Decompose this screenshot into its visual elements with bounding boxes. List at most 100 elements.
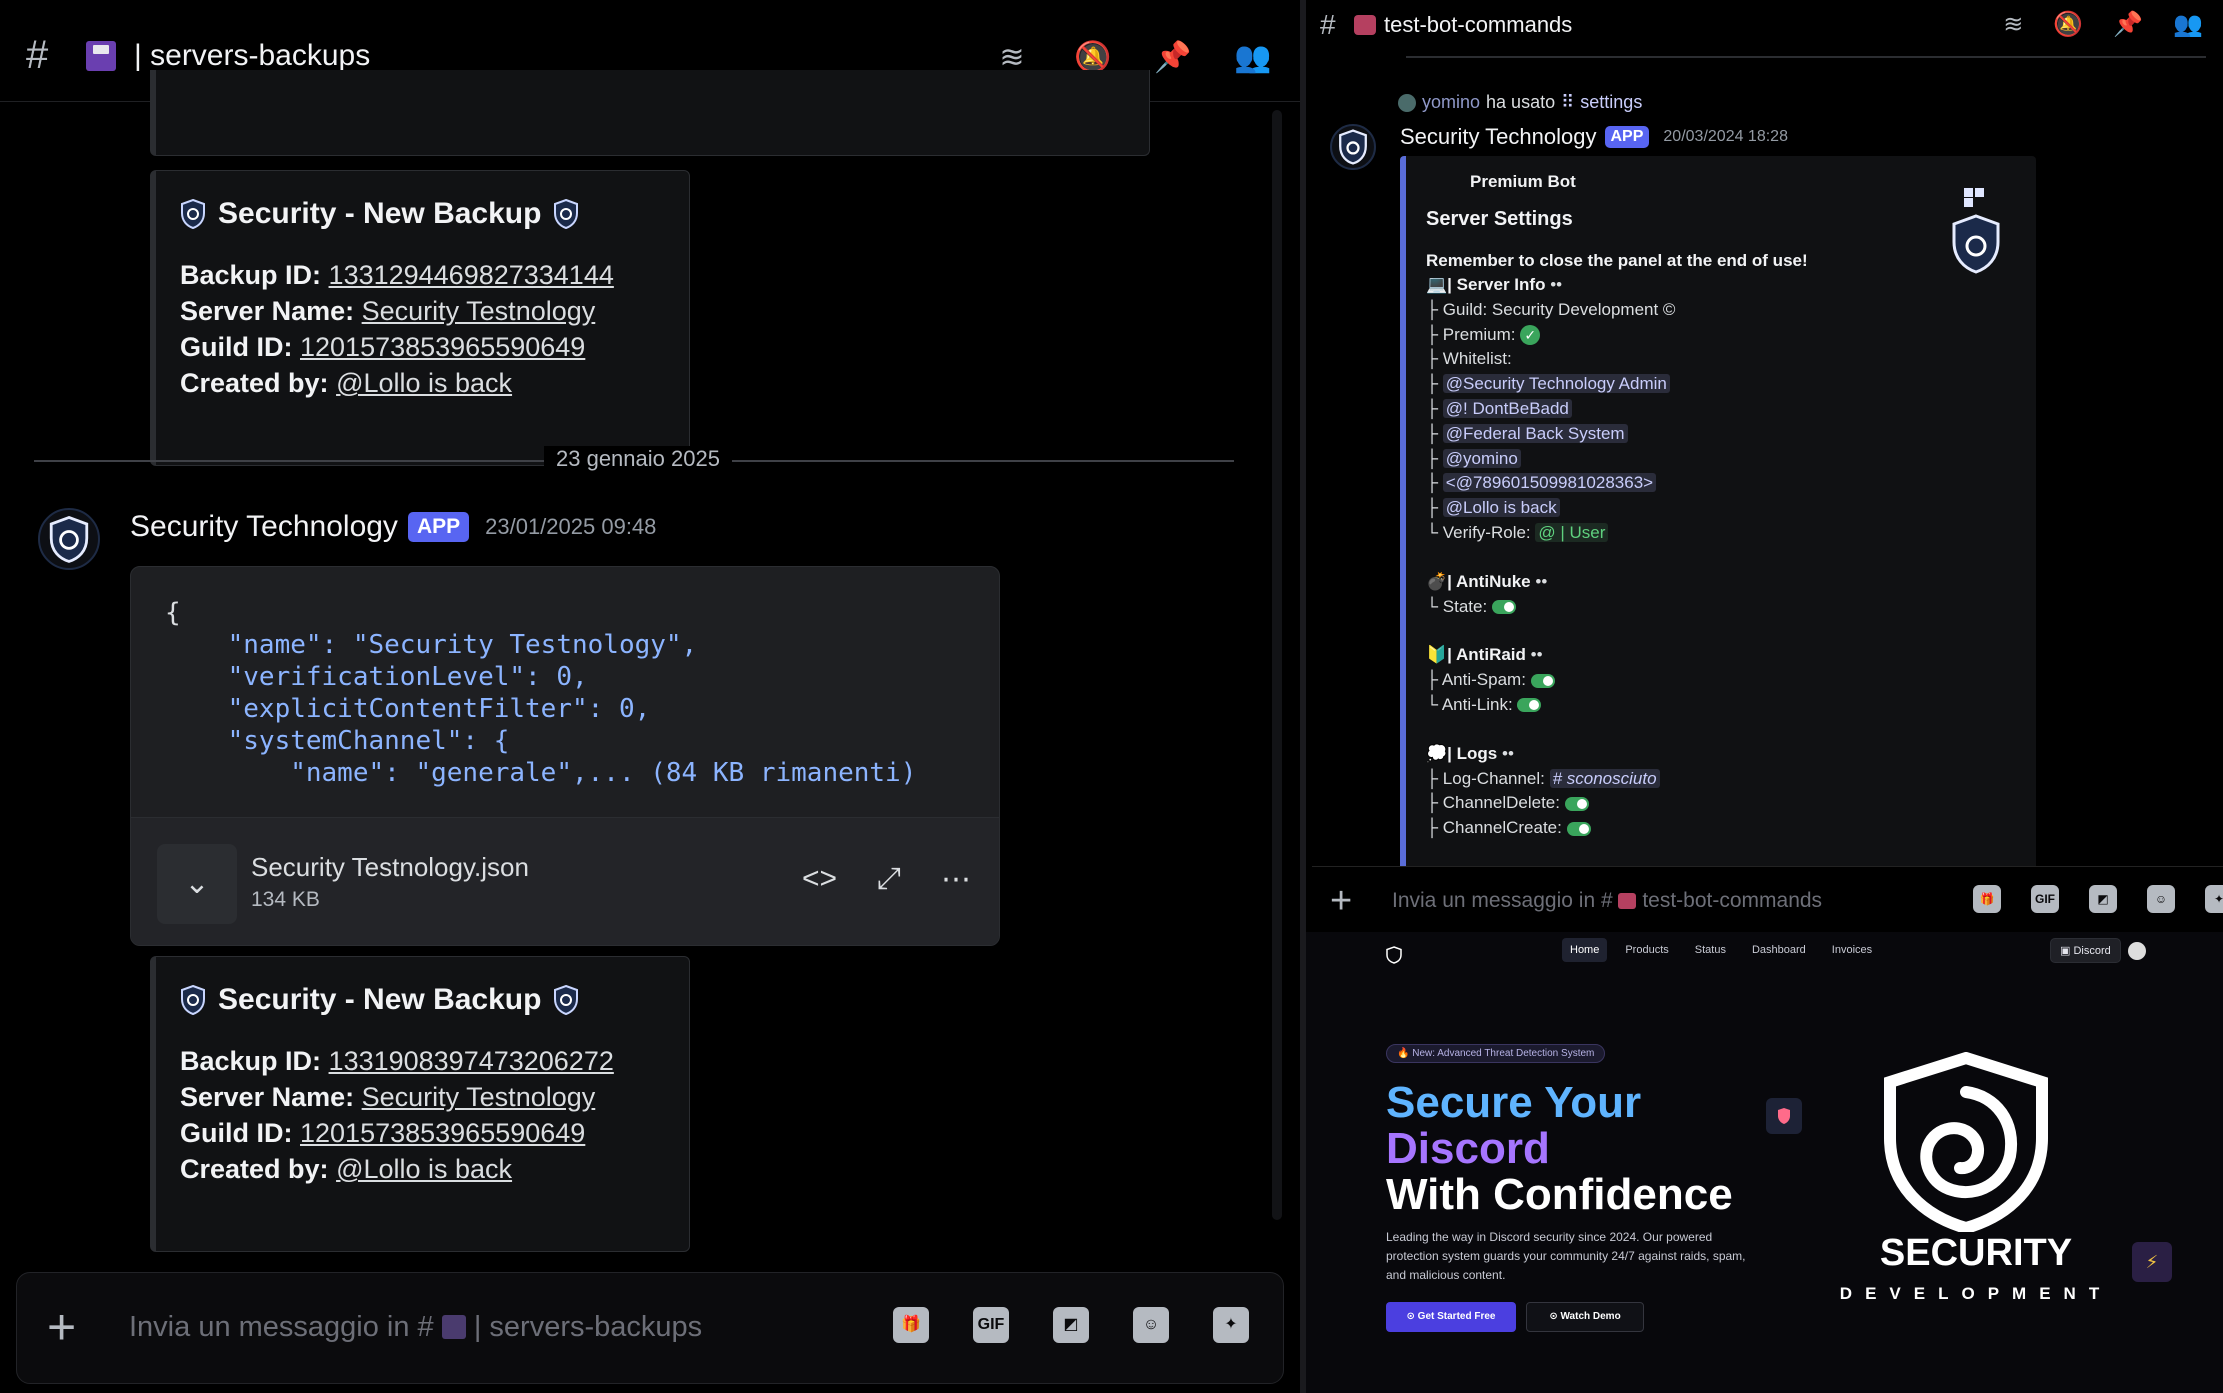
bot-avatar[interactable] — [38, 508, 100, 570]
security-development-logo — [1884, 1052, 2048, 1232]
code-line: "name": "Security Testnology", — [165, 630, 698, 660]
sticker-icon[interactable]: ◩ — [1053, 1307, 1089, 1343]
more-options-icon[interactable]: ⋯ — [941, 862, 971, 897]
whitelist-item: ├ <@789601509981028363> — [1426, 471, 2016, 496]
get-started-button[interactable]: ⊙ Get Started Free — [1386, 1302, 1516, 1332]
bot-avatar[interactable] — [1330, 124, 1376, 170]
author-name[interactable]: Security Technology — [130, 510, 398, 544]
command-reply-context[interactable]: yomino ha usato ⠿ settings — [1398, 92, 1642, 113]
message-composer[interactable]: + Invia un messaggio in # | servers-back… — [16, 1272, 1284, 1384]
guild-id-value[interactable]: 1201573853965590649 — [300, 1118, 585, 1148]
toggle-on-icon — [1491, 600, 1516, 615]
message-composer[interactable]: + Invia un messaggio in # test-bot-comma… — [1312, 866, 2223, 932]
message-timestamp: 20/03/2024 18:28 — [1663, 128, 1788, 145]
apps-icon[interactable]: ✦ — [1213, 1307, 1249, 1343]
site-logo-icon[interactable] — [1386, 946, 1402, 964]
guild-id-line: Guild ID: 1201573853965590649 — [180, 1115, 665, 1151]
whitelist-text: Whitelist: — [1442, 349, 1512, 369]
toggle-on-icon — [1564, 796, 1589, 811]
server-name-value[interactable]: Security Testnology — [362, 296, 596, 326]
emoji-icon[interactable]: ☺ — [2147, 885, 2175, 913]
mute-bell-icon[interactable]: 🔕 — [2053, 10, 2083, 39]
composer-placeholder[interactable]: Invia un messaggio in # test-bot-command… — [1392, 889, 1822, 913]
discord-icon: ▣ — [2060, 945, 2071, 957]
reply-user[interactable]: yomino — [1422, 92, 1480, 113]
security-development-website: Home Products Status Dashboard Invoices … — [1306, 932, 2223, 1393]
server-name-value[interactable]: Security Testnology — [362, 1082, 596, 1112]
nav-dashboard[interactable]: Dashboard — [1744, 938, 1814, 962]
add-attachment-icon[interactable]: + — [47, 1299, 76, 1355]
code-line: "explicitContentFilter": 0, — [165, 694, 651, 724]
created-by-mention[interactable]: @Lollo is back — [336, 1154, 512, 1184]
user-mention[interactable]: @yomino — [1442, 448, 1521, 468]
placeholder-text: Invia un messaggio in # — [1392, 889, 1613, 912]
section-title: | Server Info — [1447, 275, 1546, 294]
user-avatar[interactable] — [2128, 942, 2146, 960]
role-mention[interactable]: @! DontBeBadd — [1442, 398, 1572, 418]
message-header: Security Technology APP 23/01/2025 09:48 — [130, 510, 656, 544]
backup-embed-1: Security - New Backup Backup ID: 1331294… — [150, 170, 690, 466]
composer-actions: 🎁 GIF ◩ ☺ ✦ — [1973, 885, 2223, 913]
pin-icon[interactable]: 📌 — [1154, 40, 1191, 76]
gift-icon[interactable]: 🎁 — [1973, 885, 2001, 913]
gift-icon[interactable]: 🎁 — [893, 1307, 929, 1343]
expand-icon[interactable]: ⤢ — [877, 862, 901, 897]
gif-icon[interactable]: GIF — [2031, 885, 2059, 913]
embed-title: Server Settings — [1426, 208, 1573, 230]
scrollbar[interactable] — [1272, 110, 1282, 1220]
emoji-icon[interactable]: ☺ — [1133, 1307, 1169, 1343]
toggle-on-icon — [1517, 698, 1542, 713]
reply-command[interactable]: settings — [1580, 92, 1642, 113]
file-row: ⌄ Security Testnology.json 134 KB <> ⤢ ⋯ — [131, 817, 999, 945]
apps-icon[interactable]: ✦ — [2205, 885, 2223, 913]
watch-demo-button[interactable]: ⊙ Watch Demo — [1526, 1302, 1644, 1332]
expand-chevron-icon[interactable]: ⌄ — [157, 844, 237, 924]
nav-home[interactable]: Home — [1562, 938, 1608, 962]
members-icon[interactable]: 👥 — [2173, 10, 2203, 39]
shield-logo-icon — [554, 199, 579, 229]
label: Server Name: — [180, 296, 355, 326]
pin-icon[interactable]: 📌 — [2113, 10, 2143, 39]
role-mention[interactable]: @ | User — [1535, 522, 1609, 542]
whitelist-item: ├ @Lollo is back — [1426, 496, 2016, 521]
channel-delete-text: ChannelDelete: — [1442, 793, 1560, 813]
role-mention[interactable]: @Federal Back System — [1442, 423, 1628, 443]
sticker-icon[interactable]: ◩ — [2089, 885, 2117, 913]
created-by-line: Created by: @Lollo is back — [180, 1151, 665, 1187]
previous-embed-tail — [150, 70, 1150, 156]
channel-mention[interactable]: # sconosciuto — [1549, 768, 1660, 788]
backup-id-value[interactable]: 1331908397473206272 — [329, 1046, 614, 1076]
author-name[interactable]: Security Technology — [1400, 124, 1597, 150]
placeholder-text: Invia un messaggio in # — [129, 1311, 434, 1343]
guild-id-value[interactable]: 1201573853965590649 — [300, 332, 585, 362]
announcement-badge[interactable]: 🔥 New: Advanced Threat Detection System — [1386, 1044, 1606, 1063]
brand-main-text: SECURITY — [1879, 1232, 2073, 1274]
nav-products[interactable]: Products — [1617, 938, 1676, 962]
role-mention[interactable]: @Security Technology Admin — [1442, 374, 1670, 394]
file-name[interactable]: Security Testnology.json — [251, 852, 529, 883]
user-mention[interactable]: @Lollo is back — [1442, 498, 1560, 518]
threads-hash-icon[interactable]: # — [1320, 9, 1354, 41]
nav-invoices[interactable]: Invoices — [1824, 938, 1880, 962]
hero-headline: Secure Your Discord With Confidence — [1386, 1080, 1733, 1218]
channel-name: | servers-backups — [134, 38, 371, 72]
label: Backup ID: — [180, 260, 322, 290]
label: Guild ID: — [180, 1118, 293, 1148]
backup-id-value[interactable]: 1331294469827334144 — [329, 260, 614, 290]
created-by-mention[interactable]: @Lollo is back — [336, 368, 512, 398]
date-separator: 23 gennaio 2025 — [34, 446, 1234, 472]
nav-status[interactable]: Status — [1687, 938, 1734, 962]
hero-description: Leading the way in Discord security sinc… — [1386, 1230, 1746, 1282]
user-mention[interactable]: <@789601509981028363> — [1442, 473, 1657, 493]
reply-verb: ha usato — [1486, 92, 1556, 112]
code-view-icon[interactable]: <> — [802, 862, 837, 897]
gif-icon[interactable]: GIF — [973, 1307, 1009, 1343]
anti-link-line: └ Anti-Link: — [1426, 693, 2016, 718]
threads-hash-icon[interactable]: # — [26, 33, 76, 78]
threads-icon[interactable]: ≋ — [2003, 10, 2023, 39]
add-attachment-icon[interactable]: + — [1330, 873, 1352, 929]
members-icon[interactable]: 👥 — [1234, 40, 1271, 76]
composer-placeholder[interactable]: Invia un messaggio in # | servers-backup… — [129, 1311, 702, 1344]
date-separator-text: 23 gennaio 2025 — [544, 446, 732, 472]
discord-button[interactable]: ▣ Discord — [2050, 938, 2121, 963]
